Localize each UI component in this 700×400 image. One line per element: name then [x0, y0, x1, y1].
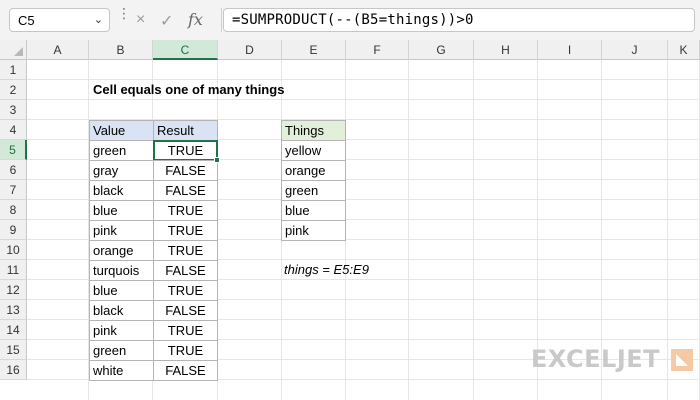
row-header-7[interactable]: 7: [0, 180, 27, 200]
row-header-14[interactable]: 14: [0, 320, 27, 340]
value-cell[interactable]: white: [89, 360, 154, 381]
value-cell[interactable]: blue: [89, 200, 154, 221]
header-value[interactable]: Value: [89, 120, 154, 141]
row-header-10[interactable]: 10: [0, 240, 27, 260]
result-cell[interactable]: FALSE: [153, 260, 218, 281]
column-header-k[interactable]: K: [668, 40, 700, 60]
fill-handle[interactable]: [214, 157, 220, 163]
row-header-15[interactable]: 15: [0, 340, 27, 360]
exceljet-logo: EXCELJET: [531, 345, 693, 373]
name-box[interactable]: C5 ⌄: [9, 8, 110, 32]
result-cell[interactable]: TRUE: [153, 280, 218, 301]
sheet-title[interactable]: Cell equals one of many things: [93, 80, 284, 100]
result-cell[interactable]: FALSE: [153, 300, 218, 321]
row-header-2[interactable]: 2: [0, 80, 27, 100]
result-cell[interactable]: TRUE: [153, 200, 218, 221]
gridline-vertical: [667, 60, 668, 400]
column-header-a[interactable]: A: [27, 40, 89, 60]
things-item[interactable]: green: [281, 180, 346, 201]
logo-mark-icon: [671, 349, 693, 371]
value-cell[interactable]: black: [89, 180, 154, 201]
select-all-icon: [14, 47, 23, 56]
gridline-vertical: [408, 60, 409, 400]
column-header-j[interactable]: J: [602, 40, 668, 60]
column-header-f[interactable]: F: [346, 40, 409, 60]
gridline-vertical: [473, 60, 474, 400]
column-header-h[interactable]: H: [474, 40, 538, 60]
result-cell[interactable]: FALSE: [153, 160, 218, 181]
value-cell[interactable]: orange: [89, 240, 154, 261]
row-header-4[interactable]: 4: [0, 120, 27, 140]
column-header-g[interactable]: G: [409, 40, 474, 60]
select-all-button[interactable]: [0, 40, 27, 60]
named-range-note[interactable]: things = E5:E9: [284, 260, 369, 280]
things-item[interactable]: yellow: [281, 140, 346, 161]
value-cell[interactable]: turquois: [89, 260, 154, 281]
value-cell[interactable]: pink: [89, 320, 154, 341]
result-cell[interactable]: TRUE: [153, 320, 218, 341]
column-header-e[interactable]: E: [282, 40, 346, 60]
row-header-9[interactable]: 9: [0, 220, 27, 240]
row-header-6[interactable]: 6: [0, 160, 27, 180]
row-header-12[interactable]: 12: [0, 280, 27, 300]
formula-bar-divider: [221, 8, 222, 32]
row-header-16[interactable]: 16: [0, 360, 27, 380]
column-header-b[interactable]: B: [89, 40, 153, 60]
enter-icon[interactable]: ✓: [160, 11, 173, 31]
things-item[interactable]: orange: [281, 160, 346, 181]
formula-text: =SUMPRODUCT(--(B5=things))>0: [232, 12, 474, 28]
value-cell[interactable]: gray: [89, 160, 154, 181]
name-box-value: C5: [18, 13, 35, 28]
drag-handle-icon[interactable]: ⋮: [117, 6, 131, 20]
things-item[interactable]: blue: [281, 200, 346, 221]
value-cell[interactable]: green: [89, 340, 154, 361]
value-cell[interactable]: green: [89, 140, 154, 161]
result-cell[interactable]: TRUE: [153, 220, 218, 241]
column-header-c[interactable]: C: [153, 40, 218, 60]
row-header-13[interactable]: 13: [0, 300, 27, 320]
things-item[interactable]: pink: [281, 220, 346, 241]
value-cell[interactable]: blue: [89, 280, 154, 301]
result-cell[interactable]: TRUE: [153, 240, 218, 261]
result-cell[interactable]: FALSE: [153, 180, 218, 201]
row-header-5[interactable]: 5: [0, 140, 27, 160]
header-things[interactable]: Things: [281, 120, 346, 141]
row-header-11[interactable]: 11: [0, 260, 27, 280]
insert-function-icon[interactable]: fx: [188, 10, 203, 29]
formula-bar: C5 ⌄ ⋮ × ✓ fx =SUMPRODUCT(--(B5=things))…: [0, 0, 700, 40]
column-header-d[interactable]: D: [218, 40, 282, 60]
column-header-i[interactable]: I: [538, 40, 602, 60]
cancel-icon[interactable]: ×: [136, 11, 145, 29]
header-result[interactable]: Result: [153, 120, 218, 141]
formula-bar-buttons: × ✓ fx: [128, 8, 220, 32]
result-cell[interactable]: TRUE: [153, 340, 218, 361]
value-cell[interactable]: black: [89, 300, 154, 321]
value-cell[interactable]: pink: [89, 220, 154, 241]
active-result-cell[interactable]: TRUE: [153, 140, 218, 161]
logo-text: EXCELJET: [531, 345, 661, 373]
row-header-3[interactable]: 3: [0, 100, 27, 120]
chevron-down-icon[interactable]: ⌄: [94, 13, 103, 26]
row-header-8[interactable]: 8: [0, 200, 27, 220]
result-cell[interactable]: FALSE: [153, 360, 218, 381]
row-header-1[interactable]: 1: [0, 60, 27, 80]
formula-input[interactable]: =SUMPRODUCT(--(B5=things))>0: [223, 8, 695, 32]
